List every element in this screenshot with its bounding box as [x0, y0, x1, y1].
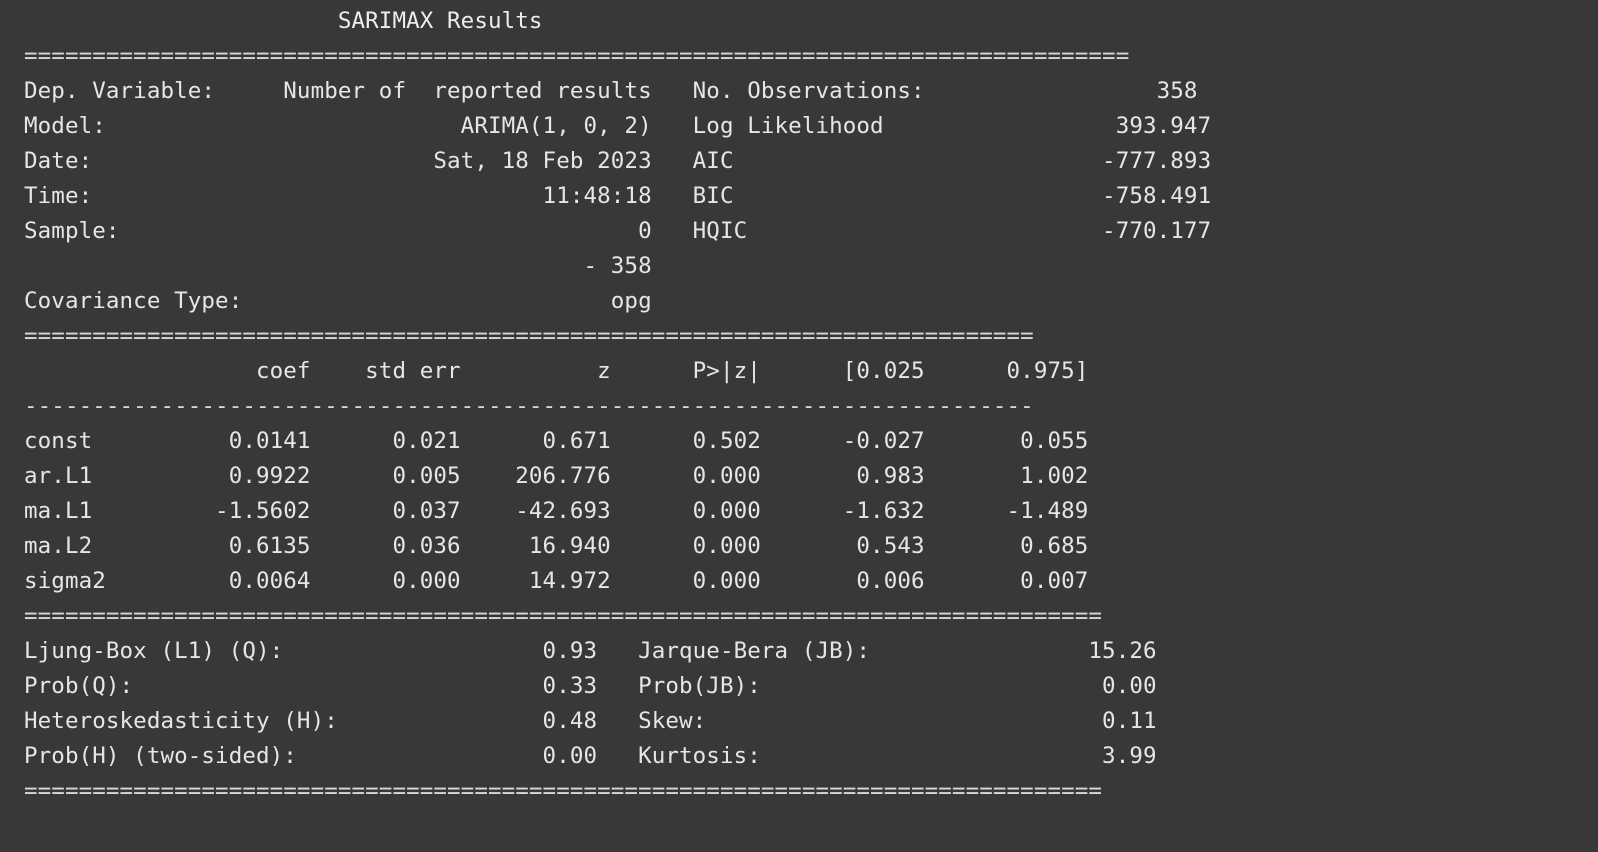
- dash-separator-line: ----------------------------------------…: [24, 393, 1034, 419]
- diagnostics-row: Ljung-Box (L1) (Q): 0.93 Jarque-Bera (JB…: [24, 638, 1157, 664]
- dep-variable-line: Dep. Variable: Number of reported result…: [24, 78, 1198, 104]
- model-line: Model: ARIMA(1, 0, 2) Log Likelihood 393…: [24, 113, 1212, 139]
- separator-line: ========================================…: [24, 323, 1034, 349]
- sample-line: Sample: 0 HQIC -770.177: [24, 218, 1212, 244]
- table-row: ar.L1 0.9922 0.005 206.776 0.000 0.983 1…: [24, 463, 1089, 489]
- sarimax-results-output: SARIMAX Results ========================…: [24, 4, 1574, 844]
- separator-line: ========================================…: [24, 778, 1103, 804]
- time-line: Time: 11:48:18 BIC -758.491: [24, 183, 1212, 209]
- separator-line: ========================================…: [24, 603, 1103, 629]
- coef-table-header: coef std err z P>|z| [0.025 0.975]: [24, 358, 1089, 384]
- sample-end-line: - 358: [24, 253, 652, 279]
- table-row: const 0.0141 0.021 0.671 0.502 -0.027 0.…: [24, 428, 1089, 454]
- date-line: Date: Sat, 18 Feb 2023 AIC -777.893: [24, 148, 1212, 174]
- table-row: sigma2 0.0064 0.000 14.972 0.000 0.006 0…: [24, 568, 1089, 594]
- table-row: ma.L2 0.6135 0.036 16.940 0.000 0.543 0.…: [24, 533, 1089, 559]
- table-row: ma.L1 -1.5602 0.037 -42.693 0.000 -1.632…: [24, 498, 1089, 524]
- covariance-type-line: Covariance Type: opg: [24, 288, 652, 314]
- results-title-line: SARIMAX Results: [24, 8, 1021, 34]
- separator-line: ========================================…: [24, 43, 1130, 69]
- diagnostics-row: Heteroskedasticity (H): 0.48 Skew: 0.11: [24, 708, 1157, 734]
- diagnostics-row: Prob(Q): 0.33 Prob(JB): 0.00: [24, 673, 1157, 699]
- diagnostics-row: Prob(H) (two-sided): 0.00 Kurtosis: 3.99: [24, 743, 1157, 769]
